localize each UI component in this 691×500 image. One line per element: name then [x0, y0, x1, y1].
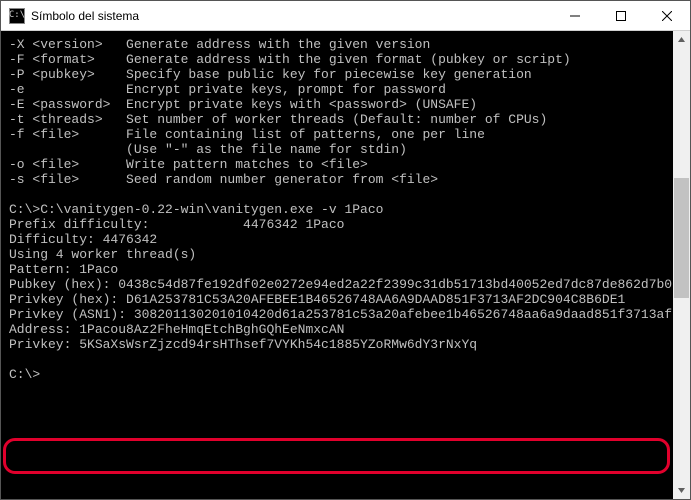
titlebar: C:\ Símbolo del sistema: [1, 1, 690, 31]
scroll-down-button[interactable]: [673, 482, 690, 499]
close-button[interactable]: [644, 1, 690, 30]
scroll-track[interactable]: [673, 48, 690, 482]
scroll-thumb[interactable]: [674, 178, 689, 298]
cmd-icon: C:\: [9, 8, 25, 24]
terminal-content: -X <version> Generate address with the g…: [1, 31, 673, 499]
scroll-up-button[interactable]: [673, 31, 690, 48]
maximize-button[interactable]: [598, 1, 644, 30]
terminal[interactable]: -X <version> Generate address with the g…: [1, 31, 690, 499]
scrollbar[interactable]: [673, 31, 690, 499]
window-title: Símbolo del sistema: [31, 9, 552, 23]
minimize-button[interactable]: [552, 1, 598, 30]
